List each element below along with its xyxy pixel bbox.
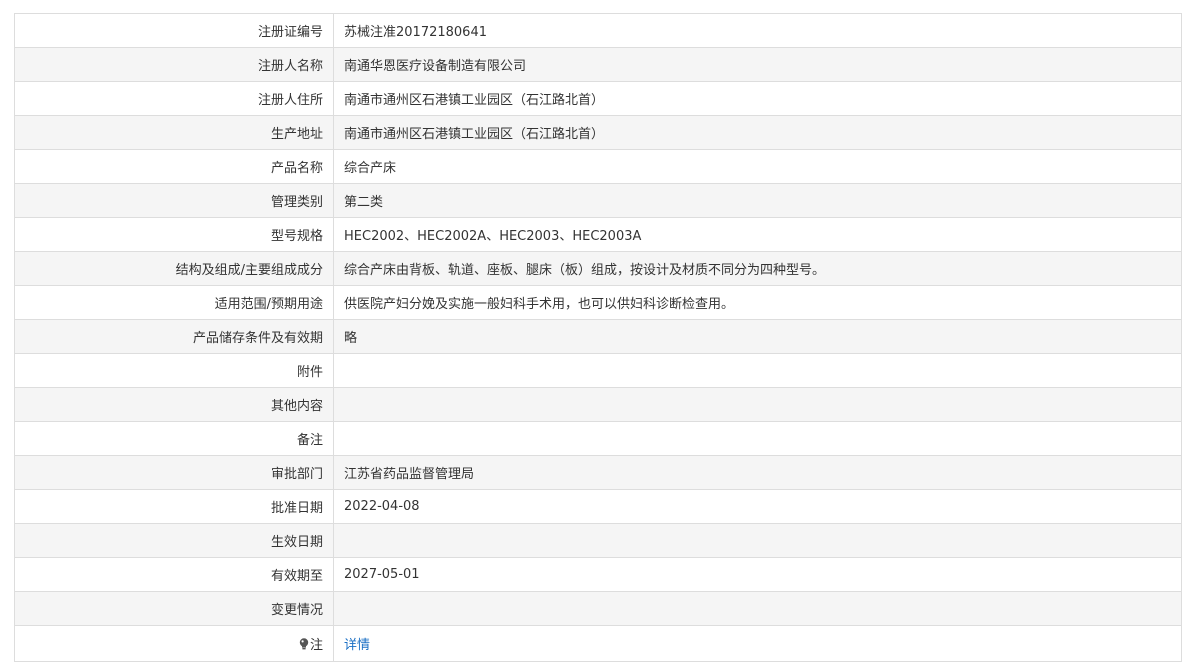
field-label-product-name: 产品名称 [14,149,334,184]
details-link[interactable]: 详情 [344,638,370,653]
field-label-attachment: 附件 [14,353,334,388]
field-label-change-status: 变更情况 [14,591,334,626]
table-row: 变更情况 [14,591,1182,626]
lightbulb-icon [299,638,309,650]
field-value-structure-composition: 综合产床由背板、轨道、座板、腿床（板）组成，按设计及材质不同分为四种型号。 [333,251,1182,286]
field-label-structure-composition: 结构及组成/主要组成成分 [14,251,334,286]
field-value-approval-date: 2022-04-08 [333,489,1182,524]
field-label-storage-validity: 产品储存条件及有效期 [14,319,334,354]
field-value-production-address: 南通市通州区石港镇工业园区（石江路北首） [333,115,1182,150]
field-label-intended-use: 适用范围/预期用途 [14,285,334,320]
table-row: 产品储存条件及有效期 略 [14,319,1182,354]
table-row: 型号规格 HEC2002、HEC2002A、HEC2003、HEC2003A [14,217,1182,252]
table-row: 注 详情 [14,625,1182,662]
field-value-product-name: 综合产床 [333,149,1182,184]
field-label-other-content: 其他内容 [14,387,334,422]
table-row: 管理类别 第二类 [14,183,1182,218]
table-row: 适用范围/预期用途 供医院产妇分娩及实施一般妇科手术用，也可以供妇科诊断检查用。 [14,285,1182,320]
field-value-other-content [333,387,1182,422]
field-value-remarks [333,421,1182,456]
table-row: 审批部门 江苏省药品监督管理局 [14,455,1182,490]
field-label-model-spec: 型号规格 [14,217,334,252]
table-row: 备注 [14,421,1182,456]
field-label-approval-date: 批准日期 [14,489,334,524]
table-row: 注册人住所 南通市通州区石港镇工业园区（石江路北首） [14,81,1182,116]
field-label-production-address: 生产地址 [14,115,334,150]
field-value-registrant-name: 南通华恩医疗设备制造有限公司 [333,47,1182,82]
field-value-attachment [333,353,1182,388]
table-row: 生效日期 [14,523,1182,558]
note-label: 注 [309,638,323,653]
field-value-effective-date [333,523,1182,558]
registration-detail-panel: 注册证编号 苏械注准20172180641 注册人名称 南通华恩医疗设备制造有限… [14,13,1182,662]
registration-detail-table: 注册证编号 苏械注准20172180641 注册人名称 南通华恩医疗设备制造有限… [14,13,1182,662]
field-value-approval-department: 江苏省药品监督管理局 [333,455,1182,490]
field-label-remarks: 备注 [14,421,334,456]
table-row: 产品名称 综合产床 [14,149,1182,184]
field-label-registrant-name: 注册人名称 [14,47,334,82]
field-label-management-category: 管理类别 [14,183,334,218]
field-label-registration-number: 注册证编号 [14,13,334,48]
field-value-model-spec: HEC2002、HEC2002A、HEC2003、HEC2003A [333,217,1182,252]
table-row: 批准日期 2022-04-08 [14,489,1182,524]
table-row: 生产地址 南通市通州区石港镇工业园区（石江路北首） [14,115,1182,150]
field-value-intended-use: 供医院产妇分娩及实施一般妇科手术用，也可以供妇科诊断检查用。 [333,285,1182,320]
field-label-approval-department: 审批部门 [14,455,334,490]
note-label-cell: 注 [14,625,334,662]
note-value-cell: 详情 [333,625,1182,662]
field-value-management-category: 第二类 [333,183,1182,218]
table-row: 注册证编号 苏械注准20172180641 [14,13,1182,48]
table-row: 有效期至 2027-05-01 [14,557,1182,592]
field-value-valid-until: 2027-05-01 [333,557,1182,592]
table-row: 附件 [14,353,1182,388]
field-label-effective-date: 生效日期 [14,523,334,558]
table-row: 其他内容 [14,387,1182,422]
field-value-storage-validity: 略 [333,319,1182,354]
field-label-registrant-address: 注册人住所 [14,81,334,116]
table-row: 结构及组成/主要组成成分 综合产床由背板、轨道、座板、腿床（板）组成，按设计及材… [14,251,1182,286]
field-value-registrant-address: 南通市通州区石港镇工业园区（石江路北首） [333,81,1182,116]
field-value-registration-number: 苏械注准20172180641 [333,13,1182,48]
table-row: 注册人名称 南通华恩医疗设备制造有限公司 [14,47,1182,82]
field-value-change-status [333,591,1182,626]
field-label-valid-until: 有效期至 [14,557,334,592]
